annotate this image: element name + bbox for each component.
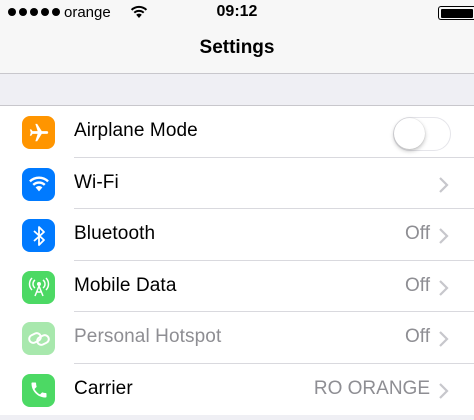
- settings-row-personal-hotspot[interactable]: Personal Hotspot Off: [0, 312, 474, 364]
- settings-row-value: Off: [405, 274, 430, 296]
- hotspot-link-icon: [22, 322, 55, 355]
- page-title: Settings: [199, 37, 275, 58]
- settings-row-label: Airplane Mode: [74, 120, 198, 141]
- settings-row-mobile-data[interactable]: Mobile Data Off: [0, 260, 474, 312]
- settings-row-label: Bluetooth: [74, 223, 156, 244]
- settings-row-value: RO ORANGE: [313, 377, 430, 399]
- chevron-right-icon: [439, 382, 449, 399]
- chevron-right-icon: [439, 176, 449, 193]
- airplane-icon: [22, 116, 55, 149]
- battery-icon: [438, 6, 474, 20]
- settings-row-wifi[interactable]: Wi-Fi: [0, 157, 474, 209]
- settings-row-label: Wi-Fi: [74, 171, 119, 193]
- settings-list: Airplane Mode Wi-Fi Bluetooth Off Mobile…: [0, 105, 474, 415]
- chevron-right-icon: [439, 228, 449, 244]
- status-bar: orange 09:12: [0, 0, 474, 26]
- antenna-icon: [22, 270, 55, 304]
- settings-row-bluetooth[interactable]: Bluetooth Off: [0, 209, 474, 261]
- chevron-right-icon: [439, 331, 449, 347]
- settings-row-label: Mobile Data: [74, 274, 177, 296]
- airplane-mode-toggle[interactable]: [393, 117, 451, 151]
- wifi-icon: [22, 167, 55, 201]
- settings-row-value: Off: [405, 223, 430, 244]
- bluetooth-icon: [22, 219, 55, 252]
- settings-row-label: Carrier: [74, 377, 133, 399]
- navigation-bar: Settings: [0, 26, 474, 74]
- clock: 09:12: [216, 3, 258, 20]
- settings-row-label: Personal Hotspot: [74, 326, 222, 347]
- settings-row-airplane-mode[interactable]: Airplane Mode: [0, 106, 474, 158]
- settings-row-value: Off: [405, 326, 430, 347]
- chevron-right-icon: [439, 279, 449, 296]
- settings-row-carrier[interactable]: Carrier RO ORANGE: [0, 363, 474, 415]
- phone-icon: [22, 373, 55, 407]
